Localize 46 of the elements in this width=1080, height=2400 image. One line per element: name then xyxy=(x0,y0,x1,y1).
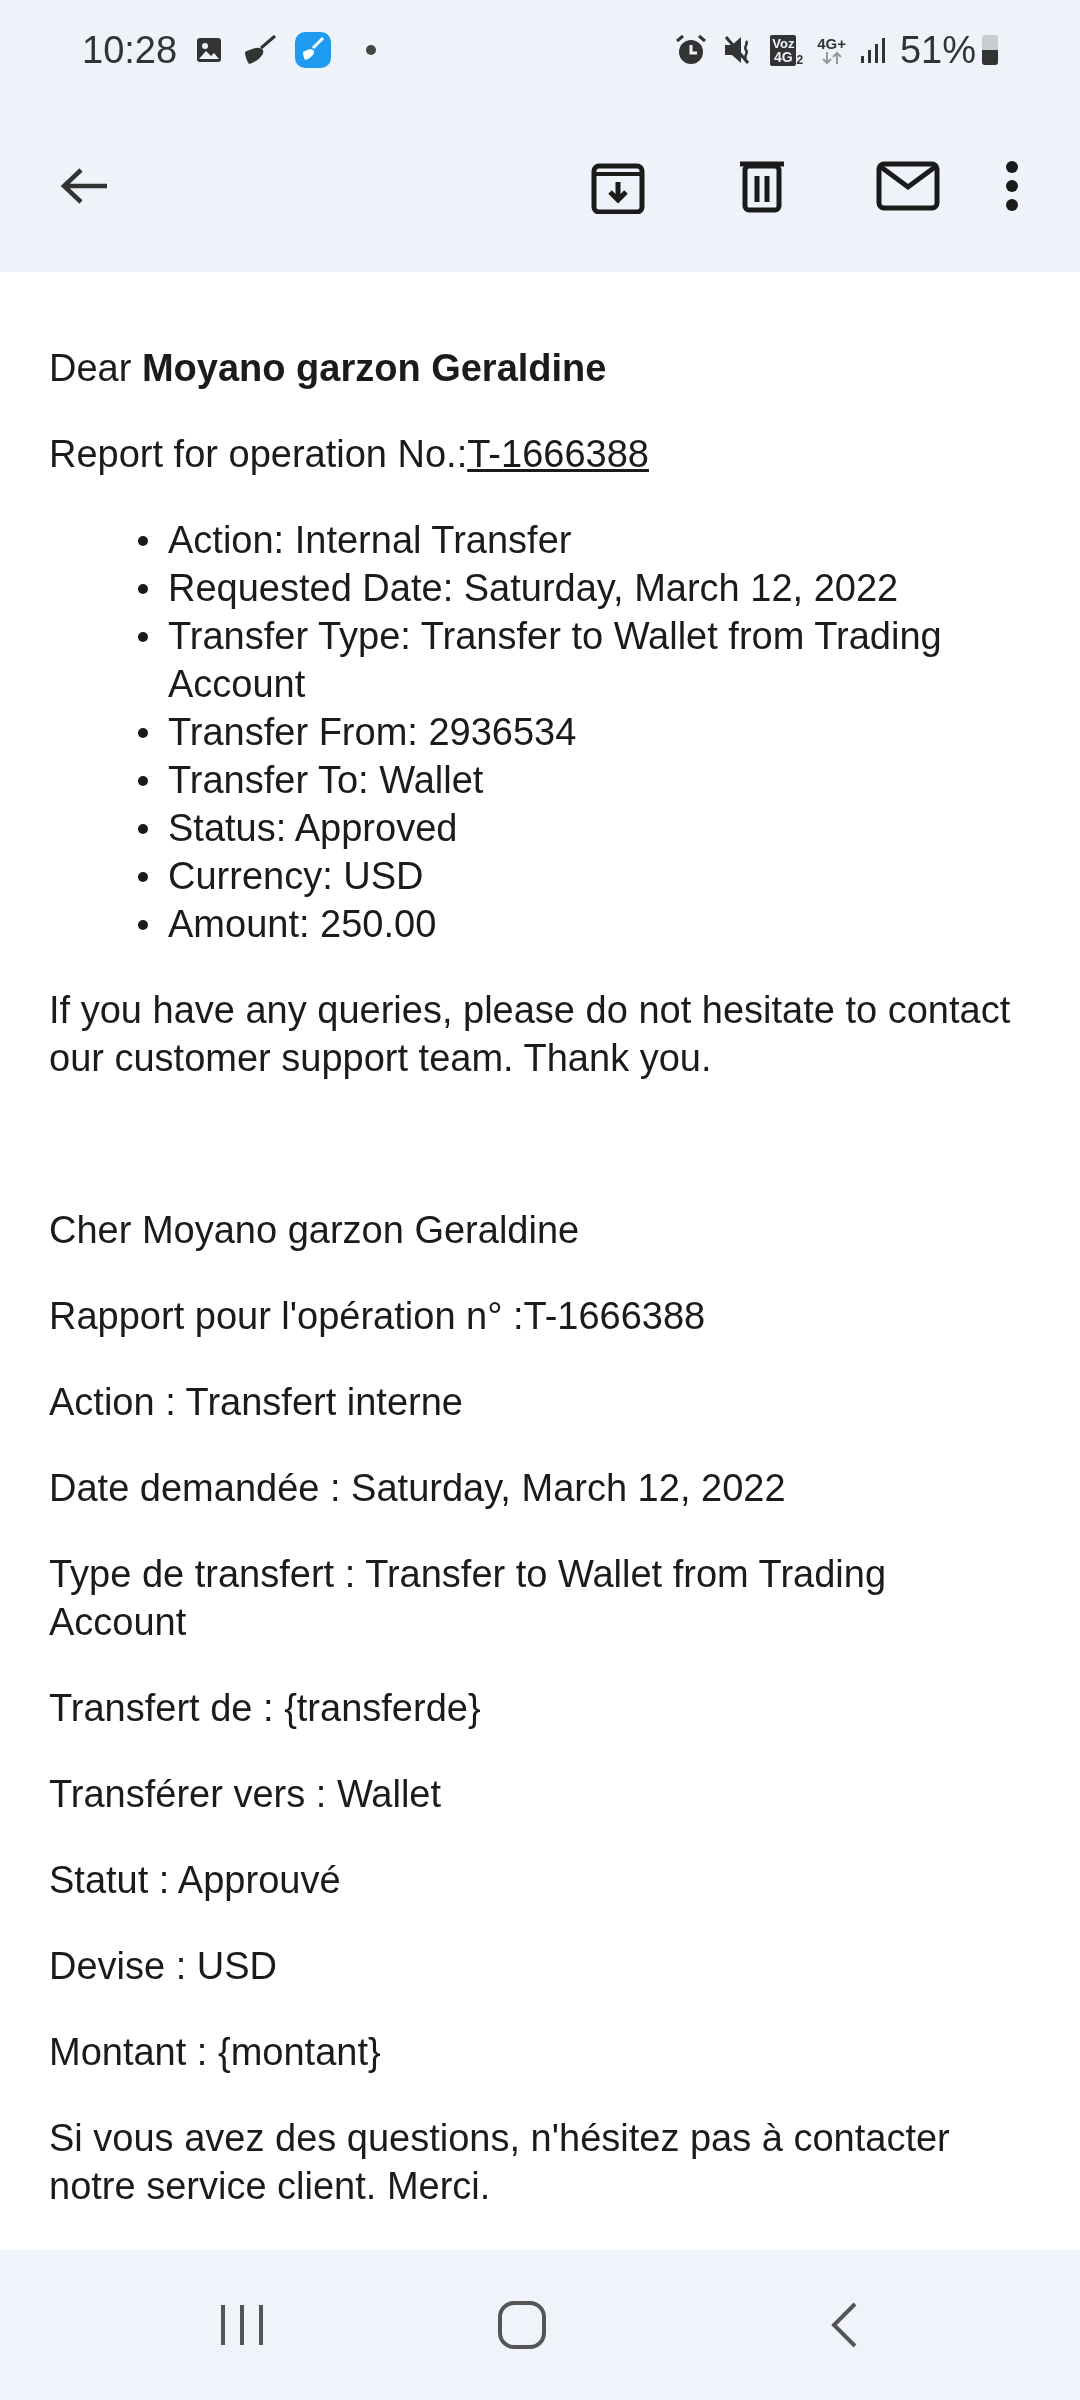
home-button[interactable] xyxy=(497,2300,547,2350)
french-paragraph: Transfert de : {transferde} xyxy=(49,1686,482,1731)
greeting-text: Dear Moyano garzon Geraldine xyxy=(49,346,607,391)
battery-icon xyxy=(982,35,998,65)
report-text: Report for operation No.: xyxy=(49,432,468,477)
bullet-icon xyxy=(138,872,148,882)
french-paragraph: Devise : USD xyxy=(49,1944,279,1989)
network-type: 4G+ xyxy=(817,35,846,51)
sim-number: 2 xyxy=(796,53,804,66)
french-paragraph: Si vous avez des questions, n'hésitez pas à contacter notre service client. Merci. xyxy=(49,2116,951,2209)
french-paragraph: Cher Moyano garzon Geraldine xyxy=(49,1208,581,1253)
bullet-icon xyxy=(138,632,148,642)
battery-percent: 51% xyxy=(899,27,976,73)
bullet-icon xyxy=(138,536,148,546)
data-arrows-icon xyxy=(820,50,843,65)
closing-text: If you have any queries, please do not hesitate to contact our customer support team. Thank you. xyxy=(49,988,1012,1081)
alarm-icon xyxy=(674,33,709,67)
french-paragraph: Statut : Approuvé xyxy=(49,1858,342,1903)
image-icon xyxy=(195,36,224,64)
french-paragraph: Type de transfert : Transfer to Wallet from Trading Account xyxy=(49,1552,888,1645)
detail-item: Requested Date: Saturday, March 12, 2022 xyxy=(168,566,899,611)
french-paragraph: Transférer vers : Wallet xyxy=(49,1772,443,1817)
operation-link[interactable]: T-1666388 xyxy=(467,430,649,478)
detail-item: Action: Internal Transfer xyxy=(168,518,572,563)
bullet-icon xyxy=(138,920,148,930)
detail-item: Transfer Type: Transfer to Wallet from Trading Account xyxy=(168,614,943,707)
status-time: 10:28 xyxy=(82,27,178,73)
detail-item: Amount: 250.00 xyxy=(168,902,437,947)
detail-item: Currency: USD xyxy=(168,854,424,899)
french-paragraph: Date demandée : Saturday, March 12, 2022 xyxy=(49,1466,787,1511)
bullet-icon xyxy=(138,824,148,834)
cleaner-app-icon xyxy=(295,32,332,68)
signal-icon xyxy=(859,36,886,64)
french-paragraph: Montant : {montant} xyxy=(49,2030,382,2075)
detail-item: Status: Approved xyxy=(168,806,458,851)
notification-dot-icon xyxy=(365,44,378,56)
bullet-icon xyxy=(138,584,148,594)
volte-badge: Voz 4G xyxy=(770,34,797,66)
detail-item: Transfer To: Wallet xyxy=(168,758,484,803)
nav-back-button[interactable] xyxy=(829,2301,859,2349)
recent-apps-button[interactable] xyxy=(219,2303,265,2347)
french-paragraph: Action : Transfert interne xyxy=(49,1380,464,1425)
detail-item: Transfer From: 2936534 xyxy=(168,710,577,755)
bullet-icon xyxy=(138,728,148,738)
french-paragraph: Rapport pour l'opération n° :T-1666388 xyxy=(49,1294,707,1339)
bullet-icon xyxy=(138,776,148,786)
